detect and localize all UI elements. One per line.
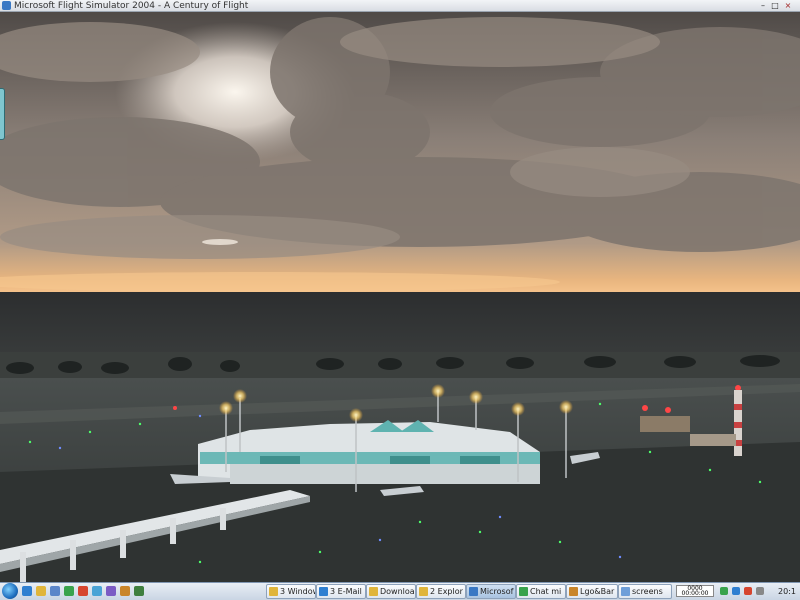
network-icon[interactable]	[720, 587, 728, 595]
taskbar-button-explorer[interactable]: 2 Explor	[416, 584, 466, 599]
maximize-button[interactable]: □	[770, 1, 780, 10]
app-icon[interactable]	[64, 586, 74, 596]
ie-icon[interactable]	[22, 586, 32, 596]
flight-sim-app-icon[interactable]	[2, 1, 11, 10]
chat-icon	[519, 587, 528, 596]
flight-sim-icon	[469, 587, 478, 596]
mail-icon	[319, 587, 328, 596]
scene-render	[0, 12, 800, 582]
window-title: Microsoft Flight Simulator 2004 - A Cent…	[14, 1, 249, 11]
volume-icon[interactable]	[732, 587, 740, 595]
app-icon-4[interactable]	[106, 586, 116, 596]
taskbar-button-windows[interactable]: 3 Window	[266, 584, 316, 599]
download-icon	[369, 587, 378, 596]
taskbar: 3 Window 3 E-Mail Downloa 2 Explor Micro…	[0, 582, 800, 600]
folder-icon[interactable]	[36, 586, 46, 596]
minimize-button[interactable]: –	[758, 1, 768, 10]
explorer-icon	[419, 587, 428, 596]
taskbar-button-logo[interactable]: Lgo&Bar	[566, 584, 618, 599]
windows-orb-icon[interactable]	[2, 583, 18, 599]
taskbar-button-screens[interactable]: screens	[618, 584, 672, 599]
tray-status-box[interactable]: 0000 00:00:00	[676, 585, 714, 597]
app-icon-3[interactable]	[92, 586, 102, 596]
taskbar-button-download[interactable]: Downloa	[366, 584, 416, 599]
app-icon-6[interactable]	[134, 586, 144, 596]
security-icon[interactable]	[744, 587, 752, 595]
window-title-bar[interactable]: Microsoft Flight Simulator 2004 - A Cent…	[0, 0, 800, 12]
taskbar-button-flight-sim[interactable]: Microsof	[466, 584, 516, 599]
folder-icon	[269, 587, 278, 596]
app-icon-2[interactable]	[78, 586, 88, 596]
image-icon	[621, 587, 630, 596]
photo-icon	[569, 587, 578, 596]
clock[interactable]: 20:1	[778, 584, 796, 599]
app-icon-5[interactable]	[120, 586, 130, 596]
tray-app-icon[interactable]	[756, 587, 764, 595]
taskbar-button-chat[interactable]: Chat mi	[516, 584, 566, 599]
taskbar-button-email[interactable]: 3 E-Mail	[316, 584, 366, 599]
side-panel-tab[interactable]	[0, 88, 5, 140]
system-tray: 0000 00:00:00 20:1	[676, 584, 798, 599]
close-button[interactable]: ×	[783, 1, 793, 10]
tray-box-line2: 00:00:00	[681, 590, 709, 597]
flight-sim-viewport[interactable]	[0, 12, 800, 582]
media-icon[interactable]	[50, 586, 60, 596]
